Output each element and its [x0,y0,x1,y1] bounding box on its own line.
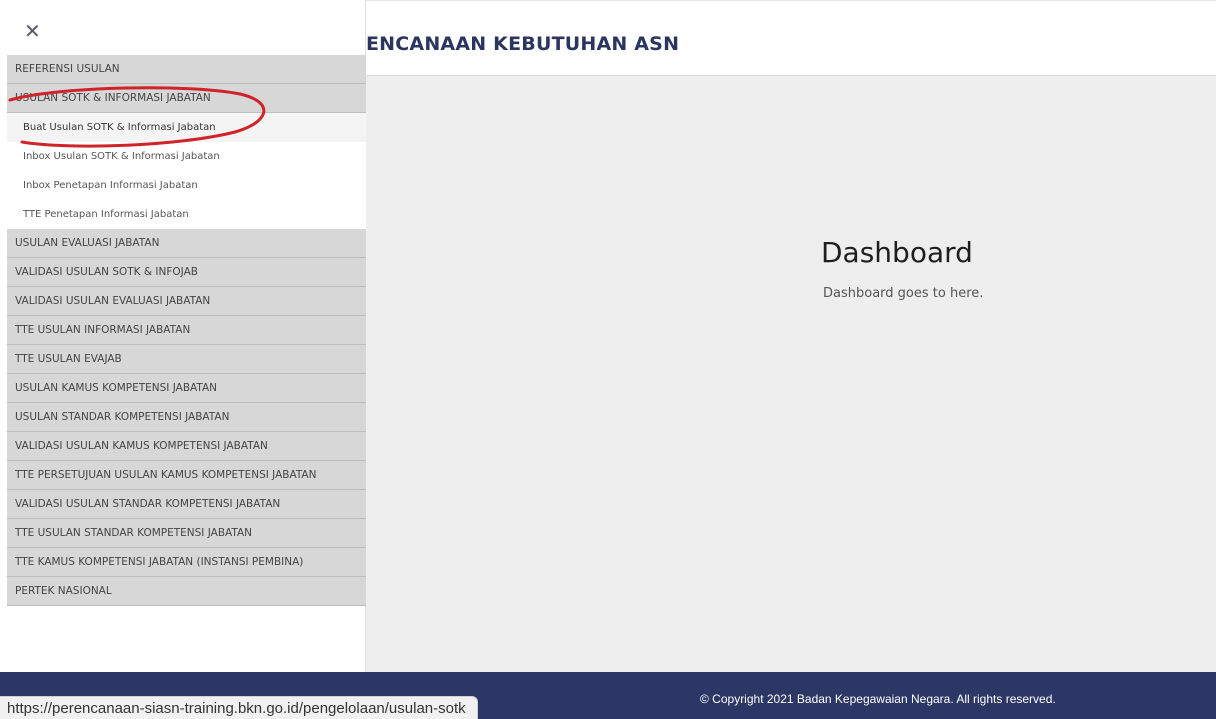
footer-copyright: © Copyright 2021 Badan Kepegawaian Negar… [700,692,1056,706]
dashboard-subtitle: Dashboard goes to here. [823,286,984,301]
sidebar-item[interactable]: VALIDASI USULAN STANDAR KOMPETENSI JABAT… [7,490,366,519]
main-content: Dashboard Dashboard goes to here. [366,76,1216,672]
sidebar-item[interactable]: USULAN KAMUS KOMPETENSI JABATAN [7,374,366,403]
sidebar-item[interactable]: USULAN SOTK & INFORMASI JABATAN [7,84,366,113]
header-bar: ENCANAAN KEBUTUHAN ASN [366,0,1216,76]
sidebar-subitem[interactable]: Inbox Penetapan Informasi Jabatan [7,171,366,200]
status-bar-url: https://perencanaan-siasn-training.bkn.g… [0,696,478,719]
sidebar-item[interactable]: USULAN EVALUASI JABATAN [7,229,366,258]
sidebar-item[interactable]: TTE USULAN EVAJAB [7,345,366,374]
sidebar: ✕ REFERENSI USULAN USULAN SOTK & INFORMAS… [0,0,366,672]
sidebar-item[interactable]: VALIDASI USULAN KAMUS KOMPETENSI JABATAN [7,432,366,461]
sidebar-item[interactable]: TTE PERSETUJUAN USULAN KAMUS KOMPETENSI … [7,461,366,490]
sidebar-subitem[interactable]: Inbox Usulan SOTK & Informasi Jabatan [7,142,366,171]
page-title: ENCANAAN KEBUTUHAN ASN [366,33,680,55]
sidebar-item[interactable]: USULAN STANDAR KOMPETENSI JABATAN [7,403,366,432]
sidebar-item[interactable]: VALIDASI USULAN SOTK & INFOJAB [7,258,366,287]
sidebar-item[interactable]: TTE USULAN INFORMASI JABATAN [7,316,366,345]
sidebar-item[interactable]: PERTEK NASIONAL [7,577,366,606]
sidebar-item[interactable]: TTE KAMUS KOMPETENSI JABATAN (INSTANSI P… [7,548,366,577]
sidebar-item[interactable]: TTE USULAN STANDAR KOMPETENSI JABATAN [7,519,366,548]
sidebar-subitem[interactable]: TTE Penetapan Informasi Jabatan [7,200,366,229]
sidebar-item[interactable]: VALIDASI USULAN EVALUASI JABATAN [7,287,366,316]
close-icon[interactable]: ✕ [24,22,44,42]
sidebar-subitem[interactable]: Buat Usulan SOTK & Informasi Jabatan [7,113,366,142]
sidebar-item[interactable]: REFERENSI USULAN [7,55,366,84]
sidebar-menu: REFERENSI USULAN USULAN SOTK & INFORMASI … [7,55,366,606]
dashboard-title: Dashboard [821,236,973,269]
